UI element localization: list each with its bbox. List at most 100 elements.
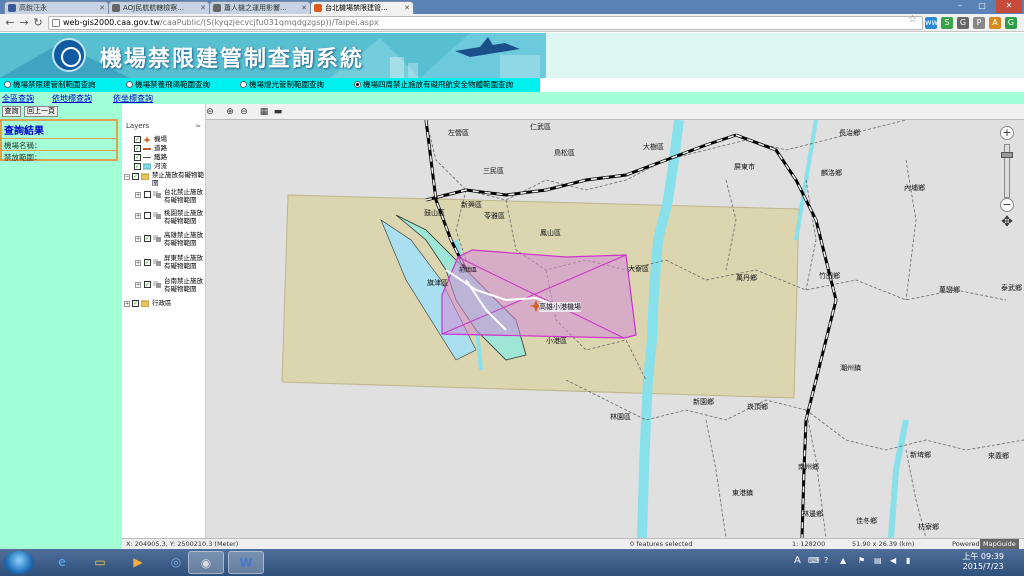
query-option-pigeons[interactable]: 機場禁養飛鴿範圍查詢	[126, 80, 210, 90]
radio-icon[interactable]	[240, 81, 247, 88]
zoom-in-button[interactable]: +	[1000, 126, 1014, 140]
expand-icon[interactable]: +	[135, 192, 141, 198]
internet-explorer-icon[interactable]: e	[44, 551, 80, 574]
district-label: 萬巒鄉	[939, 286, 960, 294]
chrome-taskbar-icon[interactable]: ◉	[188, 551, 224, 574]
header-banner: 機場禁限建管制查詢系統	[0, 33, 1024, 78]
maximize-icon[interactable]: □	[972, 0, 992, 13]
back-icon[interactable]: ←	[3, 16, 17, 30]
layer-checkbox[interactable]: ✓	[132, 173, 139, 180]
start-button[interactable]	[4, 551, 34, 574]
link-by-coordinate[interactable]: 依坐標查詢	[113, 93, 153, 104]
initial-view-icon[interactable]: ▦	[258, 106, 270, 118]
browser-tab-2[interactable]: AOJ民航航轄檢察... ✕	[108, 1, 210, 14]
expand-icon[interactable]: +	[135, 282, 141, 288]
clock[interactable]: 上午 09:39 2015/7/23	[962, 552, 1004, 572]
expand-icon[interactable]: +	[135, 260, 141, 266]
battery-icon[interactable]: ▮	[906, 556, 910, 565]
layer-tainan-label: 台南禁止施放有礙物範圍	[164, 277, 203, 293]
radio-selected-icon[interactable]	[354, 81, 361, 88]
layer-checkbox[interactable]: ✓	[134, 154, 141, 161]
window-close-icon[interactable]: ✕	[996, 0, 1022, 13]
layer-checkbox[interactable]: ✓	[134, 136, 141, 143]
expand-icon[interactable]: −	[124, 174, 130, 180]
bookmark-star-icon[interactable]: ☆	[908, 14, 917, 25]
map-view[interactable]: 仁武區 左營區 大樹區 長治鄉 鳥松區 三民區 屏東市 麟洛鄉 內埔鄉 新興區 …	[206, 120, 1024, 538]
expand-icon[interactable]: +	[124, 301, 130, 307]
pan-arrows-icon[interactable]: ✥	[999, 214, 1015, 230]
reload-icon[interactable]: ↻	[31, 16, 45, 30]
district-label: 鳥松區	[554, 149, 575, 157]
district-label: 新園鄉	[693, 398, 714, 406]
expand-icon[interactable]: +	[135, 213, 141, 219]
minimize-icon[interactable]: –	[950, 0, 970, 13]
extension-s-icon[interactable]: S	[941, 17, 953, 29]
address-bar[interactable]: web-gis2000.caa.gov.tw/caaPublic/(S(kyqz…	[48, 16, 923, 30]
tab-close-icon[interactable]: ✕	[301, 2, 307, 14]
flag-icon[interactable]: ⚑	[858, 556, 865, 565]
language-indicator[interactable]: A	[794, 555, 801, 566]
zoom-slider-handle[interactable]	[1001, 152, 1013, 158]
tab-close-icon[interactable]: ✕	[200, 2, 206, 14]
volume-icon[interactable]: ◀	[890, 556, 896, 565]
extension-ww-icon[interactable]: ww	[925, 17, 938, 29]
district-label: 麟洛鄉	[821, 169, 842, 177]
map-canvas[interactable]	[206, 120, 1024, 538]
query-button[interactable]: 查詢	[2, 106, 21, 117]
back-page-button[interactable]: 回上一頁	[24, 106, 58, 117]
page-icon	[213, 4, 221, 12]
radio-icon[interactable]	[4, 81, 11, 88]
district-label: 新興區	[461, 201, 482, 209]
tray-expand-icon[interactable]: ▲	[840, 556, 846, 565]
map-status-bar: X: 204905.3, Y: 2500210.3 (Meter) 0 feat…	[122, 538, 1024, 549]
layer-checkbox[interactable]: ✓	[144, 259, 151, 266]
network-icon[interactable]: ▤	[874, 556, 882, 565]
district-label: 萬丹鄉	[736, 274, 757, 282]
layer-checkbox[interactable]: ✓	[134, 163, 141, 170]
road-icon	[143, 148, 151, 150]
restricted-range-label: 禁放範圍：	[4, 153, 42, 162]
query-option-objects[interactable]: 機場四周禁止施放有礙飛航安全物體範圍查詢	[354, 80, 513, 90]
zoom-out-button[interactable]: −	[1000, 198, 1014, 212]
query-option-lights[interactable]: 機場燈光管制範圍查詢	[240, 80, 324, 90]
expand-icon[interactable]: +	[135, 236, 141, 242]
query-option-building-limits[interactable]: 機場禁限建管制範圍查詢	[4, 80, 96, 90]
extension-p-icon[interactable]: P	[973, 17, 985, 29]
word-taskbar-icon[interactable]: W	[228, 551, 264, 574]
link-by-landmark[interactable]: 依地標查詢	[52, 93, 92, 104]
ime-icon[interactable]: ⌨	[808, 556, 820, 565]
district-label: 旗津區	[427, 279, 448, 287]
map-toolbar: ☝ ↖ ✎ ⬚ ⊕ ⊖ ⊕ ⊖ ▦ ▬	[122, 104, 1024, 120]
zoom-in-fixed-icon[interactable]: ⊕	[224, 106, 236, 118]
layer-checkbox[interactable]: ✓	[134, 145, 141, 152]
browser-tab-active[interactable]: 台北機場禁限建管... ✕	[310, 1, 414, 14]
browser-toolbar: ← → ↻ web-gis2000.caa.gov.tw/caaPublic/(…	[0, 14, 1024, 32]
forward-icon[interactable]: →	[17, 16, 31, 30]
layer-checkbox[interactable]: ✓	[144, 281, 151, 288]
tab-label: AOJ民航航轄檢察...	[123, 4, 184, 12]
media-player-icon[interactable]: ▶	[120, 551, 156, 574]
tab-close-icon[interactable]: ✕	[404, 2, 410, 14]
help-icon[interactable]: ?	[824, 556, 828, 565]
link-all-area[interactable]: 全區查詢	[2, 93, 34, 104]
file-explorer-icon[interactable]: ▭	[82, 551, 118, 574]
extension-a-icon[interactable]: A	[989, 17, 1001, 29]
zoom-out-fixed-icon[interactable]: ⊖	[238, 106, 250, 118]
measure-icon[interactable]: ▬	[272, 106, 284, 118]
collapse-icon[interactable]: ≈	[195, 122, 201, 130]
radio-icon[interactable]	[126, 81, 133, 88]
layer-checkbox[interactable]: ✓	[132, 300, 139, 307]
extension-g2-icon[interactable]: G	[1005, 17, 1017, 29]
facebook-icon	[8, 4, 16, 12]
extension-g-icon[interactable]: G	[957, 17, 969, 29]
layer-checkbox[interactable]	[144, 212, 151, 219]
layer-checkbox[interactable]	[144, 191, 151, 198]
layer-taoyuan-label: 桃園禁止施放有礙物範圍	[164, 209, 203, 225]
caa-logo	[52, 38, 86, 72]
layer-checkbox[interactable]: ✓	[144, 235, 151, 242]
tab-close-icon[interactable]: ✕	[99, 2, 105, 14]
browser-tab-3[interactable]: 蕭人機之運用影響... ✕	[209, 1, 311, 14]
browser-tab-1[interactable]: 高銳汪永 ✕	[4, 1, 109, 14]
mapguide-logo: MapGuide	[980, 539, 1019, 549]
query-option-label: 機場四周禁止施放有礙飛航安全物體範圍查詢	[363, 80, 513, 89]
